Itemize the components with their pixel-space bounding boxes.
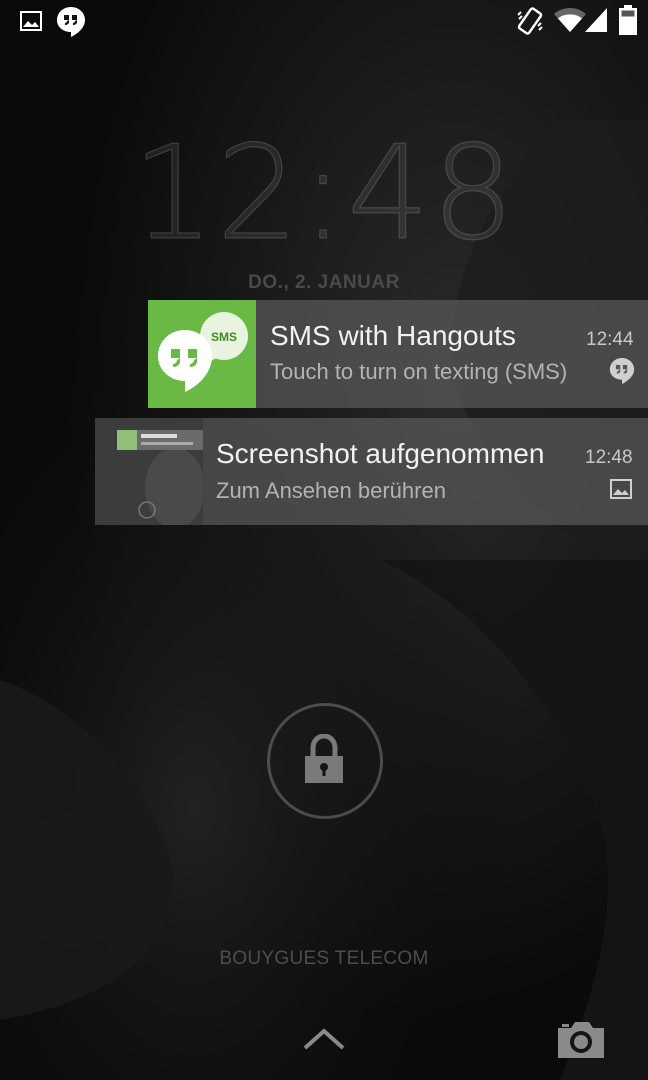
carrier-label: BOUYGUES TELECOM (219, 948, 429, 969)
notification-time: 12:44 (586, 329, 634, 350)
notification-text: Touch to turn on texting (SMS) (270, 359, 568, 384)
lock-screen: 12:48 DO., 2. JANUAR SMS SMS with Hangou… (0, 0, 648, 1080)
vibrate-icon (517, 7, 543, 35)
lockscreen-clock: 12:48 (131, 117, 517, 269)
hangouts-sms-icon: SMS (158, 312, 248, 392)
battery-icon (619, 5, 637, 35)
gallery-icon (610, 479, 632, 499)
lockscreen-date: DO., 2. JANUAR (248, 272, 400, 293)
hangouts-icon (57, 7, 85, 37)
notification-screenshot[interactable]: Screenshot aufgenommen 12:48 Zum Ansehen… (95, 418, 648, 525)
chevron-up-icon[interactable] (302, 1026, 346, 1052)
svg-text:SMS: SMS (211, 330, 237, 344)
screenshot-thumbnail (95, 418, 203, 525)
notification-title: SMS with Hangouts (270, 320, 516, 351)
notification-time: 12:48 (585, 447, 633, 468)
notification-sms-hangouts[interactable]: SMS SMS with Hangouts 12:44 Touch to tur… (148, 300, 648, 408)
wifi-icon (554, 8, 586, 32)
hangouts-icon (609, 358, 635, 384)
notification-title: Screenshot aufgenommen (216, 438, 545, 469)
camera-icon[interactable] (556, 1020, 606, 1060)
lock-icon (305, 734, 343, 783)
hangouts-sms-app-icon: SMS (148, 300, 256, 408)
gallery-icon (20, 11, 42, 31)
status-bar (0, 0, 648, 40)
signal-icon (585, 8, 607, 32)
notification-text: Zum Ansehen berühren (216, 478, 446, 503)
